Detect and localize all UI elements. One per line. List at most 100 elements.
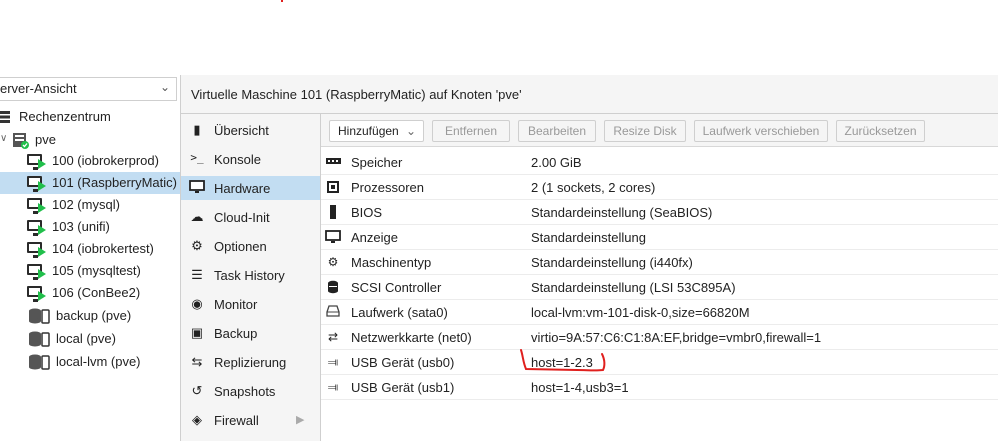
cloud-icon: ☁	[190, 209, 204, 224]
hardware-key: Netzwerkkarte (net0)	[351, 330, 472, 345]
tree-storage-local-lvm[interactable]: local-lvm (pve)	[0, 351, 180, 373]
hardware-key: Speicher	[351, 155, 403, 170]
hardware-row-usb1[interactable]: ⫥ USB Gerät (usb1) host=1-4,usb3=1	[321, 375, 998, 400]
hardware-key: Anzeige	[351, 230, 398, 245]
hardware-row-memory[interactable]: Speicher 2.00 GiB	[321, 150, 998, 175]
nav-item-monitor[interactable]: ◉ Monitor	[181, 292, 320, 316]
tree-storage-label: local (pve)	[56, 331, 116, 346]
nav-item-label: Replizierung	[214, 355, 287, 370]
tree-vm-105[interactable]: 105 (mysqltest)	[0, 260, 180, 282]
vm-running-icon	[27, 220, 46, 236]
vm-running-icon	[27, 264, 46, 280]
hardware-row-display[interactable]: Anzeige Standardeinstellung	[321, 225, 998, 250]
hardware-value: 2 (1 sockets, 2 cores)	[531, 180, 656, 195]
nav-item-label: Firewall	[214, 413, 259, 428]
tree-vm-label: 102 (mysql)	[52, 197, 120, 212]
tree-storage-backup[interactable]: backup (pve)	[0, 305, 180, 327]
nav-item-label: Backup	[214, 326, 258, 341]
hardware-key: USB Gerät (usb1)	[351, 380, 455, 395]
move-disk-button-label: Laufwerk verschieben	[702, 124, 820, 138]
tree-storage-label: backup (pve)	[56, 308, 132, 323]
tree-datacenter-label: Rechenzentrum	[19, 109, 111, 124]
nav-item-label: Konsole	[214, 152, 261, 167]
hardware-value: Standardeinstellung (SeaBIOS)	[531, 205, 713, 220]
move-disk-button[interactable]: Laufwerk verschieben	[694, 120, 828, 142]
tree-vm-label: 105 (mysqltest)	[52, 263, 141, 278]
monitor-icon	[189, 180, 205, 197]
hardware-key: BIOS	[351, 205, 383, 220]
view-select[interactable]: erver-Ansicht ⌄	[0, 77, 177, 101]
nav-item-backup[interactable]: ▣ Backup	[181, 321, 320, 345]
add-button-label: Hinzufügen	[338, 124, 399, 138]
vm-running-icon	[27, 198, 46, 214]
resize-disk-button-label: Resize Disk	[613, 124, 677, 138]
microchip-icon	[325, 205, 341, 222]
tree-vm-label: 101 (RaspberryMatic)	[52, 175, 177, 190]
resize-disk-button[interactable]: Resize Disk	[604, 120, 686, 142]
hardware-row-net0[interactable]: ⇄ Netzwerkkarte (net0) virtio=9A:57:C6:C…	[321, 325, 998, 350]
hardware-key: Laufwerk (sata0)	[351, 305, 448, 320]
tree-vm-104[interactable]: 104 (iobrokertest)	[0, 238, 180, 260]
usb-icon: ⫥	[327, 355, 339, 369]
terminal-icon: >_	[190, 151, 204, 164]
tree-vm-100[interactable]: 100 (iobrokerprod)	[0, 150, 180, 172]
hardware-row-usb0[interactable]: ⫥ USB Gerät (usb0) host=1-2.3	[321, 350, 998, 375]
red-annotation-mark	[520, 349, 606, 372]
tree-vm-103[interactable]: 103 (unifi)	[0, 216, 180, 238]
tree-vm-label: 100 (iobrokerprod)	[52, 153, 159, 168]
tree-vm-106[interactable]: 106 (ConBee2)	[0, 282, 180, 304]
usb-icon: ⫥	[327, 380, 339, 394]
cpu-icon	[325, 180, 341, 197]
remove-button[interactable]: Entfernen	[432, 120, 510, 142]
hardware-row-machine[interactable]: ⚙ Maschinentyp Standardeinstellung (i440…	[321, 250, 998, 275]
book-icon: ▮	[193, 122, 201, 137]
storage-database-icon	[29, 354, 51, 373]
nav-item-options[interactable]: ⚙ Optionen	[181, 234, 320, 258]
stray-dot	[281, 0, 283, 2]
eye-icon: ◉	[191, 296, 203, 311]
nav-item-replication[interactable]: ⇆ Replizierung	[181, 350, 320, 374]
nav-item-label: Snapshots	[214, 384, 276, 399]
hardware-row-scsi[interactable]: SCSI Controller Standardeinstellung (LSI…	[321, 275, 998, 300]
tree-vm-101[interactable]: 101 (RaspberryMatic)	[0, 172, 180, 194]
chevron-down-icon: ⌄	[405, 124, 416, 138]
edit-button[interactable]: Bearbeiten	[518, 120, 596, 142]
nav-item-console[interactable]: >_ Konsole	[181, 147, 320, 171]
nav-item-overview[interactable]: ▮ Übersicht	[181, 118, 320, 142]
nav-item-cloud-init[interactable]: ☁ Cloud-Init	[181, 205, 320, 229]
expand-chevron-icon[interactable]: ∨	[0, 133, 7, 144]
chevron-down-icon[interactable]: ⌄	[160, 80, 170, 94]
storage-database-icon	[29, 331, 51, 350]
nav-item-firewall[interactable]: ◈ Firewall ▶	[181, 408, 320, 432]
nav-item-task-history[interactable]: ☰ Task History	[181, 263, 320, 287]
vm-running-icon	[27, 286, 46, 302]
page-title: Virtuelle Maschine 101 (RaspberryMatic) …	[191, 87, 522, 102]
history-icon: ↺	[191, 383, 203, 398]
memory-icon	[325, 155, 341, 169]
add-button[interactable]: Hinzufügen ⌄	[329, 120, 424, 142]
nav-item-label: Hardware	[214, 181, 271, 196]
hardware-key: USB Gerät (usb0)	[351, 355, 455, 370]
hardware-row-cpu[interactable]: Prozessoren 2 (1 sockets, 2 cores)	[321, 175, 998, 200]
tree-node-pve[interactable]: ∨ pve	[0, 129, 180, 151]
hardware-value: Standardeinstellung	[531, 230, 646, 245]
retweet-icon: ⇆	[191, 354, 203, 369]
hardware-value: Standardeinstellung (i440fx)	[531, 255, 693, 270]
tree-node-label: pve	[35, 132, 56, 147]
server-rack-icon	[0, 111, 10, 126]
tree-storage-local[interactable]: local (pve)	[0, 328, 180, 350]
content-header: Virtuelle Maschine 101 (RaspberryMatic) …	[181, 75, 998, 114]
nav-item-hardware[interactable]: Hardware	[181, 176, 320, 200]
hardware-value: virtio=9A:57:C6:C1:8A:EF,bridge=vmbr0,fi…	[531, 330, 822, 345]
tree-datacenter[interactable]: Rechenzentrum	[0, 106, 180, 128]
tree-vm-102[interactable]: 102 (mysql)	[0, 194, 180, 216]
revert-button[interactable]: Zurücksetzen	[836, 120, 925, 142]
hardware-row-bios[interactable]: BIOS Standardeinstellung (SeaBIOS)	[321, 200, 998, 225]
nav-item-snapshots[interactable]: ↺ Snapshots	[181, 379, 320, 403]
vm-nav: ▮ Übersicht >_ Konsole Hardware ☁ Cloud-…	[181, 114, 321, 441]
desktop-icon	[325, 230, 341, 247]
hardware-row-disk[interactable]: Laufwerk (sata0) local-lvm:vm-101-disk-0…	[321, 300, 998, 325]
vm-running-icon	[27, 154, 46, 170]
hardware-value: host=1-4,usb3=1	[531, 380, 629, 395]
cogs-icon: ⚙	[327, 255, 339, 269]
